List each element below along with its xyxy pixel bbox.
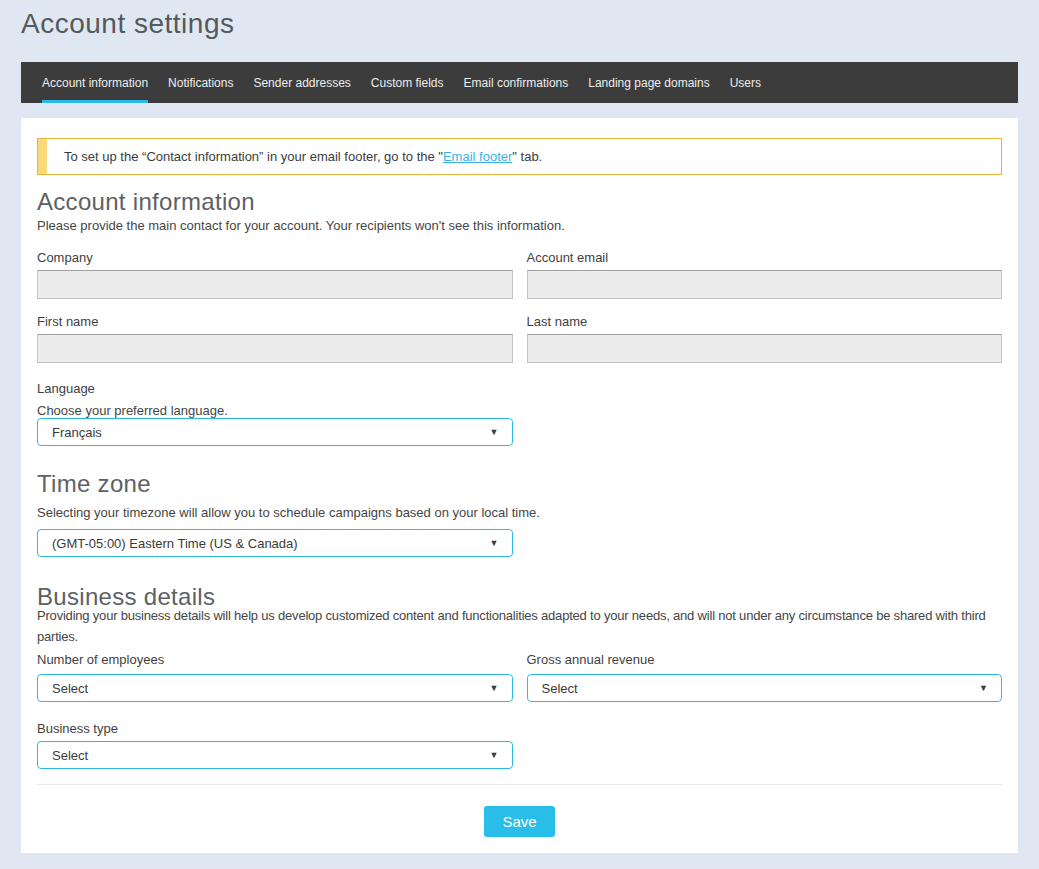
tab-notifications[interactable]: Notifications <box>168 62 233 103</box>
first-name-label: First name <box>37 314 513 329</box>
email-footer-link[interactable]: Email footer <box>443 149 512 164</box>
revenue-field: Gross annual revenue Select ▼ <box>527 652 1003 702</box>
chevron-down-icon: ▼ <box>490 750 499 760</box>
employees-select-value: Select <box>52 681 88 696</box>
chevron-down-icon: ▼ <box>979 683 988 693</box>
tab-landing-page-domains[interactable]: Landing page domains <box>588 62 709 103</box>
time-zone-description: Selecting your timezone will allow you t… <box>37 505 1002 520</box>
language-field: Language Choose your preferred language.… <box>37 381 513 446</box>
language-select-value: Français <box>52 425 102 440</box>
timezone-select-value: (GMT-05:00) Eastern Time (US & Canada) <box>52 536 298 551</box>
revenue-label: Gross annual revenue <box>527 652 1003 667</box>
language-hint: Choose your preferred language. <box>37 403 513 418</box>
content-card: To set up the “Contact information” in y… <box>21 118 1018 853</box>
employees-label: Number of employees <box>37 652 513 667</box>
chevron-down-icon: ▼ <box>490 427 499 437</box>
tab-email-confirmations[interactable]: Email confirmations <box>464 62 569 103</box>
company-input[interactable] <box>37 270 513 299</box>
chevron-down-icon: ▼ <box>490 538 499 548</box>
employees-select[interactable]: Select ▼ <box>37 674 513 702</box>
business-details-form: Number of employees Select ▼ Gross annua… <box>37 652 1002 702</box>
language-label: Language <box>37 381 513 396</box>
business-type-select[interactable]: Select ▼ <box>37 741 513 769</box>
last-name-input[interactable] <box>527 334 1003 363</box>
timezone-select[interactable]: (GMT-05:00) Eastern Time (US & Canada) ▼ <box>37 529 513 557</box>
tab-sender-addresses[interactable]: Sender addresses <box>253 62 350 103</box>
tab-custom-fields[interactable]: Custom fields <box>371 62 444 103</box>
employees-field: Number of employees Select ▼ <box>37 652 513 702</box>
last-name-label: Last name <box>527 314 1003 329</box>
save-button[interactable]: Save <box>484 806 554 837</box>
section-heading-account-information: Account information <box>37 189 1002 215</box>
save-row: Save <box>37 806 1002 837</box>
tab-account-information[interactable]: Account information <box>42 62 148 103</box>
last-name-field: Last name <box>527 314 1003 363</box>
business-type-select-value: Select <box>52 748 88 763</box>
alert-text-before: To set up the “Contact information” in y… <box>64 149 443 164</box>
account-email-label: Account email <box>527 250 1003 265</box>
company-field: Company <box>37 250 513 299</box>
revenue-select-value: Select <box>542 681 578 696</box>
account-settings-page: Account settings Account information Not… <box>0 7 1039 853</box>
revenue-select[interactable]: Select ▼ <box>527 674 1003 702</box>
account-information-description: Please provide the main contact for your… <box>37 218 1002 233</box>
first-name-input[interactable] <box>37 334 513 363</box>
section-heading-time-zone: Time zone <box>37 471 1002 497</box>
account-email-input[interactable] <box>527 270 1003 299</box>
tab-users[interactable]: Users <box>730 62 761 103</box>
business-type-field: Business type Select ▼ <box>37 721 513 769</box>
business-details-description: Providing your business details will hel… <box>37 605 1002 647</box>
tab-bar: Account information Notifications Sender… <box>21 62 1018 103</box>
page-title: Account settings <box>21 7 1018 41</box>
account-email-field: Account email <box>527 250 1003 299</box>
business-type-label: Business type <box>37 721 513 736</box>
info-alert: To set up the “Contact information” in y… <box>37 138 1002 175</box>
alert-text-after: " tab. <box>512 149 542 164</box>
account-information-form: Company Account email First name Last na… <box>37 250 1002 363</box>
company-label: Company <box>37 250 513 265</box>
language-select[interactable]: Français ▼ <box>37 418 513 446</box>
chevron-down-icon: ▼ <box>490 683 499 693</box>
divider <box>37 784 1002 785</box>
first-name-field: First name <box>37 314 513 363</box>
